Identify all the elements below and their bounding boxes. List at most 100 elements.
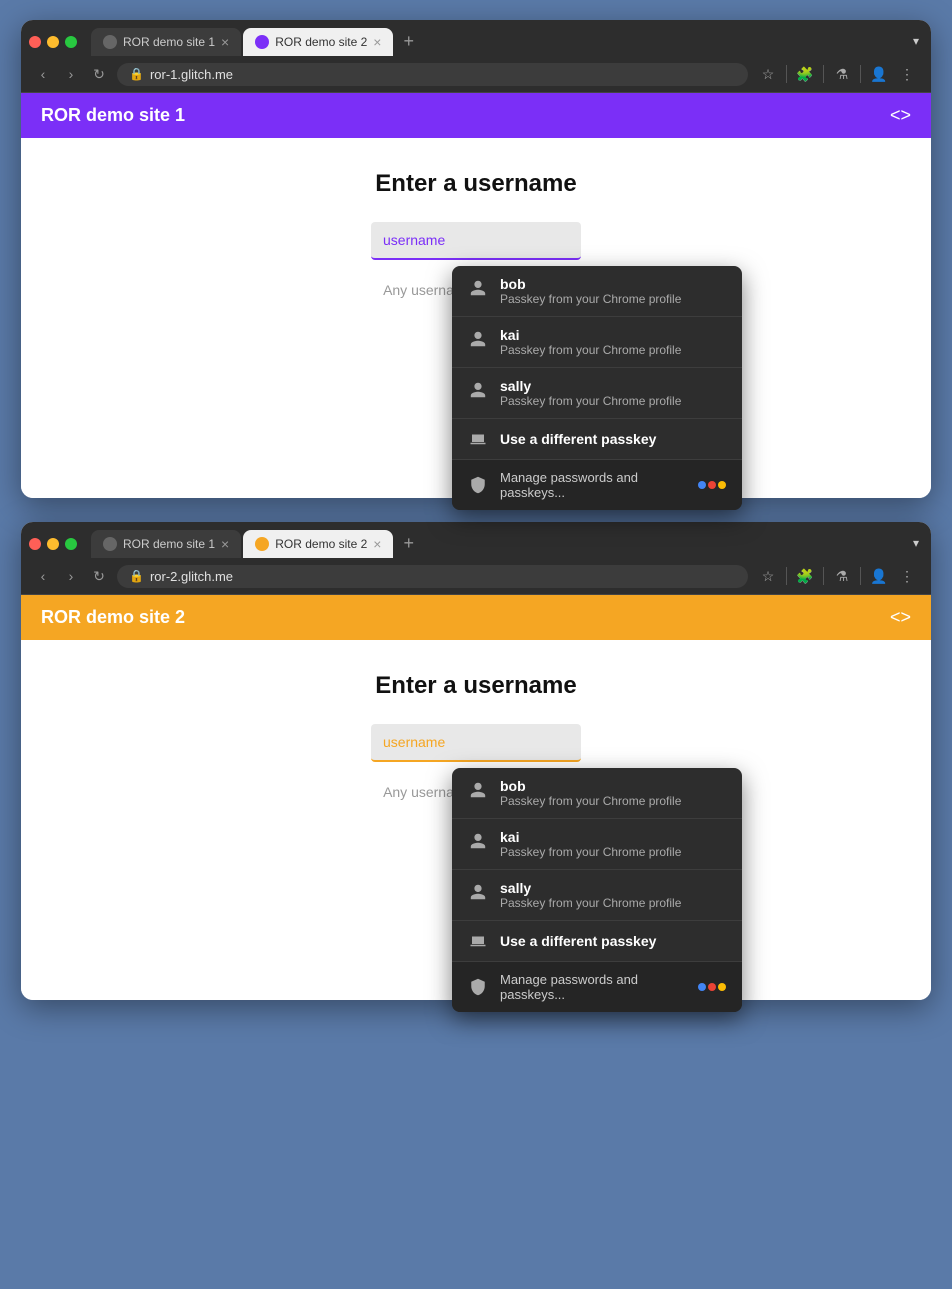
traffic-lights-1 — [29, 36, 77, 56]
tab-1[interactable]: ROR demo site 1 × — [91, 28, 241, 56]
back-button-2[interactable]: ‹ — [33, 566, 53, 586]
back-button[interactable]: ‹ — [33, 64, 53, 84]
close-button[interactable] — [29, 36, 41, 48]
page-content-2: Enter a username bob Passkey from y — [21, 640, 931, 1000]
form-area-2: bob Passkey from your Chrome profile kai — [41, 724, 911, 818]
titlebar-1: ROR demo site 1 × ROR demo site 2 × + ▾ … — [21, 20, 931, 93]
bookmark-icon-2[interactable]: ☆ — [756, 564, 780, 588]
autocomplete-name-sally-2: sally — [500, 880, 681, 896]
bookmark-icon[interactable]: ☆ — [756, 62, 780, 86]
tab-dropdown-button[interactable]: ▾ — [913, 34, 923, 56]
divider-1 — [786, 65, 787, 83]
site-title-1: ROR demo site 1 — [41, 105, 185, 126]
profile-icon[interactable]: 👤 — [867, 62, 891, 86]
minimize-button[interactable] — [47, 36, 59, 48]
divider-4 — [786, 567, 787, 585]
autocomplete-item-bob-2[interactable]: bob Passkey from your Chrome profile — [452, 768, 742, 819]
address-bar-1: ‹ › ↻ 🔒 ror-1.glitch.me ☆ 🧩 ⚗ 👤 ⋮ — [21, 56, 931, 93]
tab-close-3[interactable]: × — [221, 537, 229, 551]
extensions-icon[interactable]: 🧩 — [793, 62, 817, 86]
maximize-button[interactable] — [65, 36, 77, 48]
new-tab-button[interactable]: + — [395, 31, 422, 56]
shield-icon-1 — [468, 475, 488, 495]
person-icon-kai-2 — [468, 831, 488, 851]
divider-2 — [823, 65, 824, 83]
person-icon-sally-1 — [468, 380, 488, 400]
autocomplete-sub-sally-2: Passkey from your Chrome profile — [500, 896, 681, 910]
manage-passkeys-2[interactable]: Manage passwords and passkeys... — [452, 962, 742, 1012]
forward-button-2[interactable]: › — [61, 566, 81, 586]
browser-window-2: ROR demo site 1 × ROR demo site 2 × + ▾ … — [21, 522, 931, 1000]
autocomplete-sub-kai-1: Passkey from your Chrome profile — [500, 343, 681, 357]
shield-icon-2 — [468, 977, 488, 997]
tab-favicon-4 — [255, 537, 269, 551]
manage-passkeys-1[interactable]: Manage passwords and passkeys... — [452, 460, 742, 510]
site-title-2: ROR demo site 2 — [41, 607, 185, 628]
tab-close-1[interactable]: × — [221, 35, 229, 49]
lab-icon-2[interactable]: ⚗ — [830, 564, 854, 588]
autocomplete-item-kai-1[interactable]: kai Passkey from your Chrome profile — [452, 317, 742, 368]
tab-close-2[interactable]: × — [373, 35, 381, 49]
username-input-2[interactable] — [371, 724, 581, 762]
reload-button-2[interactable]: ↻ — [89, 566, 109, 586]
tab-favicon-1 — [103, 35, 117, 49]
url-bar-1[interactable]: 🔒 ror-1.glitch.me — [117, 63, 748, 86]
autocomplete-item-kai-2[interactable]: kai Passkey from your Chrome profile — [452, 819, 742, 870]
autocomplete-dropdown-1: bob Passkey from your Chrome profile kai — [452, 266, 742, 510]
person-icon-sally-2 — [468, 882, 488, 902]
address-actions-1: ☆ 🧩 ⚗ 👤 ⋮ — [756, 62, 919, 86]
tab-dropdown-button-2[interactable]: ▾ — [913, 536, 923, 558]
laptop-icon-2 — [468, 931, 488, 951]
code-icon-1[interactable]: <> — [890, 105, 911, 126]
tab-close-4[interactable]: × — [373, 537, 381, 551]
google-passkey-icon-1 — [698, 481, 726, 489]
tab-favicon-2 — [255, 35, 269, 49]
url-bar-2[interactable]: 🔒 ror-2.glitch.me — [117, 565, 748, 588]
profile-icon-2[interactable]: 👤 — [867, 564, 891, 588]
person-icon-kai-1 — [468, 329, 488, 349]
autocomplete-name-kai-1: kai — [500, 327, 681, 343]
tab-3[interactable]: ROR demo site 1 × — [91, 530, 241, 558]
new-tab-button-2[interactable]: + — [395, 533, 422, 558]
tab-4[interactable]: ROR demo site 2 × — [243, 530, 393, 558]
tab-bar-1: ROR demo site 1 × ROR demo site 2 × + ▾ — [21, 20, 931, 56]
autocomplete-item-bob-1[interactable]: bob Passkey from your Chrome profile — [452, 266, 742, 317]
tab-label-1: ROR demo site 1 — [123, 35, 215, 49]
traffic-lights-2 — [29, 538, 77, 558]
autocomplete-sub-bob-1: Passkey from your Chrome profile — [500, 292, 681, 306]
tab-2[interactable]: ROR demo site 2 × — [243, 28, 393, 56]
autocomplete-sub-kai-2: Passkey from your Chrome profile — [500, 845, 681, 859]
autocomplete-name-bob-2: bob — [500, 778, 681, 794]
menu-icon-2[interactable]: ⋮ — [895, 564, 919, 588]
autocomplete-item-sally-2[interactable]: sally Passkey from your Chrome profile — [452, 870, 742, 921]
google-passkey-icon-2 — [698, 983, 726, 991]
lab-icon[interactable]: ⚗ — [830, 62, 854, 86]
extensions-icon-2[interactable]: 🧩 — [793, 564, 817, 588]
menu-icon[interactable]: ⋮ — [895, 62, 919, 86]
minimize-button-2[interactable] — [47, 538, 59, 550]
use-different-passkey-2[interactable]: Use a different passkey — [452, 921, 742, 962]
maximize-button-2[interactable] — [65, 538, 77, 550]
address-bar-2: ‹ › ↻ 🔒 ror-2.glitch.me ☆ 🧩 ⚗ 👤 ⋮ — [21, 558, 931, 595]
tab-label-4: ROR demo site 2 — [275, 537, 367, 551]
close-button-2[interactable] — [29, 538, 41, 550]
reload-button[interactable]: ↻ — [89, 64, 109, 84]
manage-passkeys-text-2: Manage passwords and passkeys... — [500, 972, 686, 1002]
divider-5 — [823, 567, 824, 585]
page-title-2: Enter a username — [41, 672, 911, 700]
autocomplete-name-kai-2: kai — [500, 829, 681, 845]
url-text-2: ror-2.glitch.me — [150, 569, 233, 584]
url-security-icon: 🔒 — [129, 67, 144, 81]
username-input-wrapper-1: bob Passkey from your Chrome profile kai — [371, 222, 581, 260]
autocomplete-item-sally-1[interactable]: sally Passkey from your Chrome profile — [452, 368, 742, 419]
autocomplete-content-sally-2: sally Passkey from your Chrome profile — [500, 880, 681, 910]
code-icon-2[interactable]: <> — [890, 607, 911, 628]
tab-label-2: ROR demo site 2 — [275, 35, 367, 49]
laptop-icon-1 — [468, 429, 488, 449]
page-content-1: Enter a username bob Passkey from y — [21, 138, 931, 498]
username-input-1[interactable] — [371, 222, 581, 260]
use-different-passkey-1[interactable]: Use a different passkey — [452, 419, 742, 460]
autocomplete-content-bob-2: bob Passkey from your Chrome profile — [500, 778, 681, 808]
forward-button[interactable]: › — [61, 64, 81, 84]
site-header-2: ROR demo site 2 <> — [21, 595, 931, 640]
